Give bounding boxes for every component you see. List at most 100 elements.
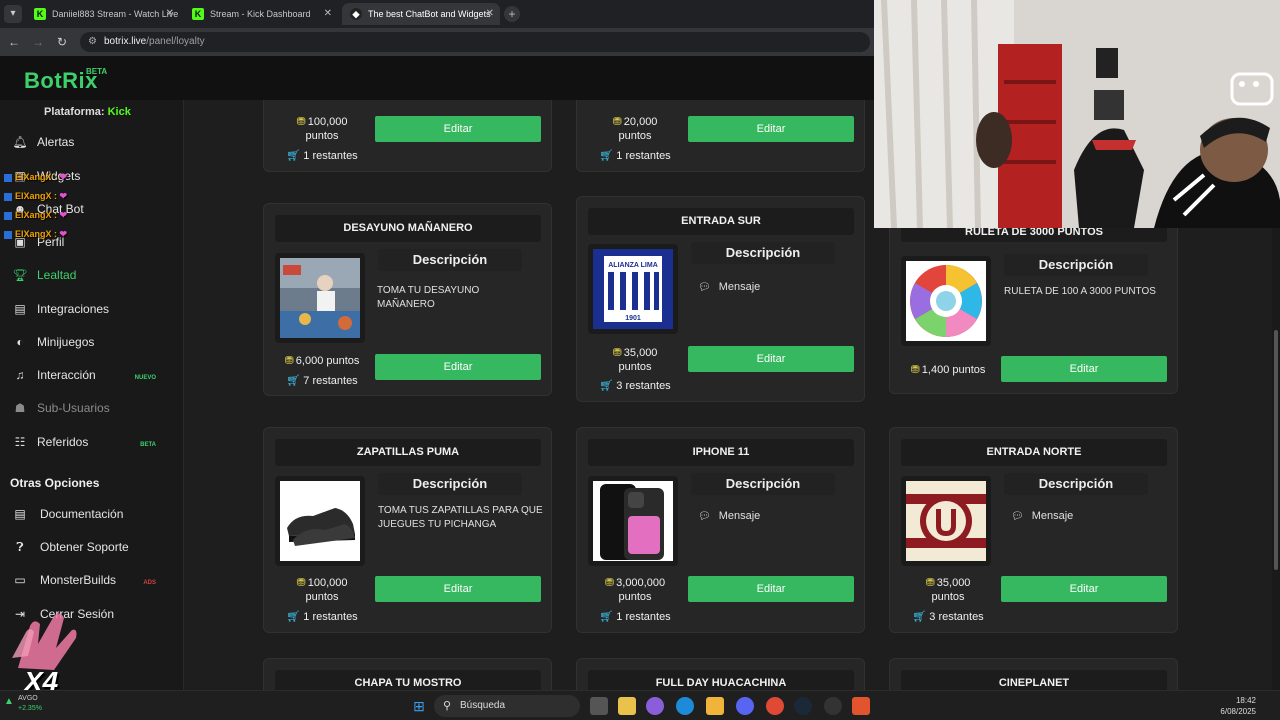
chat-overlay-line: ElXangX : ❤ xyxy=(4,191,67,202)
kick-icon xyxy=(4,211,12,220)
reward-price: ⛃ 100,000 puntos xyxy=(275,576,369,604)
reward-stock: 🛒︎ 3 restantes xyxy=(901,610,995,623)
taskbar-clock[interactable]: 18:42 6/08/2025 xyxy=(1220,695,1256,717)
description-text: TOMA TU DESAYUNO MAÑANERO xyxy=(377,285,480,310)
new-tab-icon[interactable]: + xyxy=(504,6,520,22)
reward-stock: 🛒︎ 1 restantes xyxy=(588,610,682,623)
reward-price: ⛃ 20,000 puntos xyxy=(588,115,682,143)
description-text: TOMA TUS ZAPATILLAS PARA QUE JUEGUES TU … xyxy=(378,505,543,530)
coins-icon: ⛃ xyxy=(910,364,920,376)
clock-time: 18:42 xyxy=(1235,696,1256,705)
steam-icon[interactable] xyxy=(794,697,812,715)
sidebar-item-sub-usuarios[interactable]: ☗ Sub-Usuarios xyxy=(0,396,166,420)
coins-icon: ⛃ xyxy=(296,577,306,589)
sidebar-item-lealtad[interactable]: 🏆︎ Lealtad xyxy=(0,263,166,287)
coins-icon: ⛃ xyxy=(296,116,306,128)
heart-emote-icon: ❤ xyxy=(59,172,68,182)
edit-button[interactable]: Editar xyxy=(375,116,541,142)
reward-stock-value: 1 restantes xyxy=(303,611,358,623)
description-message: 💬︎ Mensaje xyxy=(698,510,760,522)
description-text: Mensaje xyxy=(1031,510,1074,522)
sidebar-item-interaccion[interactable]: ♫ Interacción NUEVO xyxy=(0,363,166,387)
edit-button[interactable]: Editar xyxy=(375,576,541,602)
browser-tab-2[interactable]: K Stream - Kick Dashboard ✕ xyxy=(184,3,338,25)
beta-badge: BETA xyxy=(86,67,108,76)
sidebar-item-obtener-soporte[interactable]: ❓︎ Obtener Soporte xyxy=(0,535,166,559)
reward-image-universitario xyxy=(901,476,991,566)
forward-arrow-icon[interactable]: → xyxy=(30,34,46,50)
edit-button[interactable]: Editar xyxy=(688,346,854,372)
sidebar-item-monsterbuilds[interactable]: ▭ MonsterBuilds ADS xyxy=(0,568,166,592)
chat-bubble-icon: 💬︎ xyxy=(1011,511,1024,522)
reload-icon[interactable]: ↻ xyxy=(54,34,70,50)
kick-icon xyxy=(4,173,12,182)
reward-stock-value: 3 restantes xyxy=(616,380,671,392)
windows-taskbar: ▲ AVGO +2.35% ⊞ ⚲ Búsqueda 18:42 6/08/20… xyxy=(0,690,1280,720)
browser-tab-1[interactable]: K Daniiel883 Stream - Watch Live ✕ xyxy=(26,3,180,25)
reward-price: ⛃ 35,000 puntos xyxy=(901,576,995,604)
edit-button[interactable]: Editar xyxy=(688,576,854,602)
sidebar-item-documentacion[interactable]: ▤ Documentación xyxy=(0,502,166,526)
sidebar-item-referidos[interactable]: ☷ Referidos BETA xyxy=(0,430,166,454)
reward-price-value: 100,000 xyxy=(307,116,348,128)
description-message: 💬︎ Mensaje xyxy=(698,281,760,293)
edit-button[interactable]: Editar xyxy=(1001,576,1167,602)
close-icon[interactable]: ✕ xyxy=(324,3,332,25)
site-info-icon[interactable]: ⚙ xyxy=(88,32,97,52)
heart-emote-icon: ❤ xyxy=(59,191,68,201)
chat-separator: : xyxy=(54,229,58,239)
sidebar-item-minijuegos[interactable]: ◐ Minijuegos xyxy=(0,330,166,354)
bell-icon: 🔔︎ xyxy=(12,135,28,149)
prize-wheel-image xyxy=(906,261,986,341)
edge-browser-icon[interactable] xyxy=(676,697,694,715)
browser-tab-3-active[interactable]: ◆ The best ChatBot and Widgets ✕ xyxy=(342,3,500,25)
description-heading: Descripción xyxy=(1004,473,1148,495)
edit-button[interactable]: Editar xyxy=(688,116,854,142)
discord-icon[interactable] xyxy=(736,697,754,715)
description-heading: Descripción xyxy=(1004,254,1148,276)
chat-separator: : xyxy=(54,210,58,220)
obs-icon[interactable] xyxy=(824,697,842,715)
description-heading: Descripción xyxy=(691,473,835,495)
address-bar[interactable]: ⚙ botrix.live/panel/loyalty xyxy=(80,32,870,52)
iphone-photo xyxy=(593,481,673,561)
back-arrow-icon[interactable]: ← xyxy=(6,34,22,50)
chrome-icon[interactable] xyxy=(766,697,784,715)
reward-price-value: 6,000 puntos xyxy=(295,355,360,367)
close-icon[interactable]: ✕ xyxy=(166,3,174,25)
reward-stock: 🛒︎ 1 restantes xyxy=(588,149,682,162)
close-icon[interactable]: ✕ xyxy=(486,3,494,25)
sidebar-item-alertas[interactable]: 🔔︎ Alertas xyxy=(0,130,166,154)
reward-card-chapa-tu-mostro: CHAPA TU MOSTRO xyxy=(263,658,552,690)
copilot-icon[interactable] xyxy=(646,697,664,715)
description-text: RULETA DE 100 A 3000 PUNTOS xyxy=(1004,286,1156,297)
edit-button[interactable]: Editar xyxy=(1001,356,1167,382)
stock-widget[interactable]: ▲ AVGO +2.35% xyxy=(4,694,42,714)
reward-card-full-day-huacachina: FULL DAY HUACACHINA xyxy=(576,658,865,690)
music-icon: ♫ xyxy=(15,368,25,382)
sidebar: Plataforma: Kick 🔔︎ Alertas ▦ Widgets ☻ … xyxy=(0,100,184,690)
reward-stock: 🛒︎ 3 restantes xyxy=(588,379,682,392)
explorer-folder-icon[interactable] xyxy=(706,697,724,715)
windows-start-icon[interactable]: ⊞ xyxy=(410,697,428,715)
brave-icon[interactable] xyxy=(852,697,870,715)
universitario-crest xyxy=(906,481,986,561)
clock-date: 6/08/2025 xyxy=(1220,707,1256,716)
edit-button[interactable]: Editar xyxy=(375,354,541,380)
scrollbar-thumb[interactable] xyxy=(1274,330,1278,570)
taskbar-search[interactable]: ⚲ Búsqueda xyxy=(434,695,580,717)
task-view-icon[interactable] xyxy=(590,697,608,715)
sidebar-item-integraciones[interactable]: ▤ Integraciones xyxy=(0,297,166,321)
tab-search-icon[interactable]: ▾ xyxy=(4,5,22,23)
alianza-year: 1901 xyxy=(625,315,641,322)
chat-separator: : xyxy=(54,172,58,182)
reward-price: ⛃ 3,000,000 puntos xyxy=(588,576,682,604)
file-manager-icon[interactable] xyxy=(618,697,636,715)
reward-stock-value: 1 restantes xyxy=(303,150,358,162)
reward-price-value: 20,000 xyxy=(623,116,658,128)
reward-stock-value: 7 restantes xyxy=(303,375,358,387)
search-placeholder: Búsqueda xyxy=(460,700,506,711)
coins-icon: ⛃ xyxy=(284,355,294,367)
reward-price: ⛃ 100,000 puntos xyxy=(275,115,369,143)
reward-title: ZAPATILLAS PUMA xyxy=(275,439,541,466)
